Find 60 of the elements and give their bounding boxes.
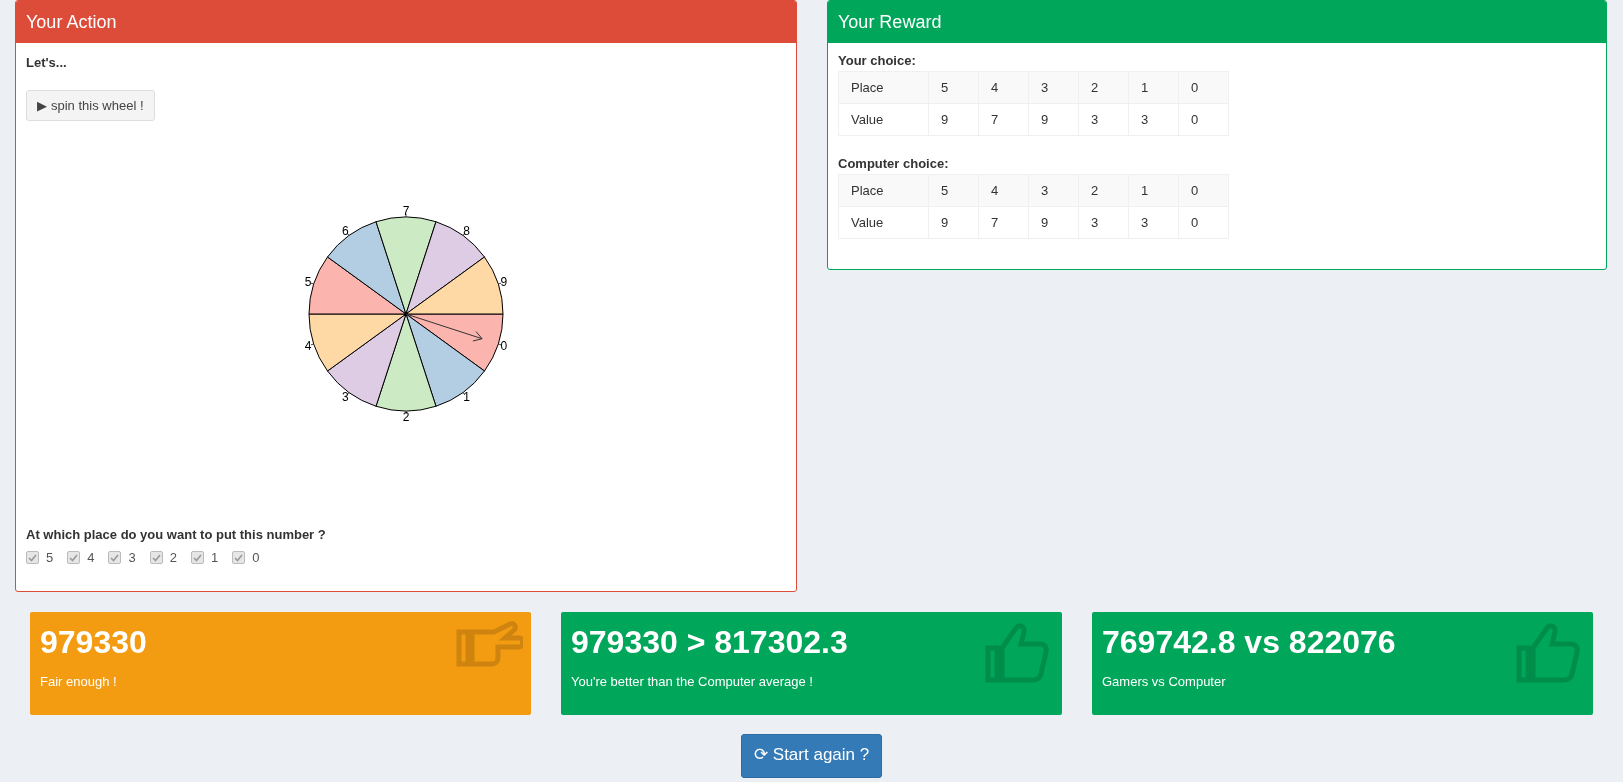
intro-text: Let's... bbox=[26, 55, 68, 70]
table-caption: Computer choice: bbox=[838, 156, 950, 171]
wheel-label: 9 bbox=[500, 274, 508, 289]
checkbox-label: 5 bbox=[46, 550, 54, 565]
wheel-label: 6 bbox=[342, 223, 349, 238]
table-cell: 1 bbox=[1128, 71, 1179, 104]
table-cell: 3 bbox=[1028, 174, 1079, 207]
table-cell: 9 bbox=[928, 103, 979, 136]
table-caption: Your choice: bbox=[838, 53, 917, 68]
wheel-label: 5 bbox=[304, 274, 312, 289]
wheel-label: 0 bbox=[500, 338, 508, 353]
play-icon: ▶ bbox=[37, 98, 47, 113]
table-cell: 0 bbox=[1178, 174, 1229, 207]
spin-wheel-button[interactable]: ▶ spin this wheel ! bbox=[26, 90, 155, 121]
table-cell: 5 bbox=[928, 174, 979, 207]
refresh-icon: ⟳ bbox=[753, 744, 768, 765]
start-again-button[interactable]: ⟳ Start again ? bbox=[740, 734, 883, 778]
panel-title: Your Action bbox=[26, 12, 117, 32]
checkbox-label: 0 bbox=[252, 550, 260, 565]
table-cell: 3 bbox=[1128, 103, 1179, 136]
table-cell: Value bbox=[838, 103, 929, 136]
table-cell: 1 bbox=[1128, 174, 1179, 207]
table-cell: Place bbox=[838, 174, 929, 207]
wheel-label: 2 bbox=[402, 409, 410, 424]
table-cell: 7 bbox=[978, 206, 1029, 239]
checkbox-label: 3 bbox=[128, 550, 136, 565]
wheel-label: 7 bbox=[402, 203, 410, 218]
table-cell: 0 bbox=[1178, 206, 1229, 239]
value-text: 769742.8 vs 822076 bbox=[1102, 623, 1397, 661]
wheel-label: 4 bbox=[304, 338, 312, 353]
table-cell: Value bbox=[838, 206, 929, 239]
table-cell: 2 bbox=[1078, 71, 1129, 104]
table-cell: 3 bbox=[1028, 71, 1079, 104]
wheel-label: 3 bbox=[342, 389, 349, 404]
checkbox-label: 2 bbox=[169, 550, 177, 565]
checkbox-label: 4 bbox=[87, 550, 95, 565]
checkbox-label: 1 bbox=[210, 550, 219, 565]
table-cell: 0 bbox=[1178, 103, 1229, 136]
value-subtitle: Fair enough ! bbox=[40, 674, 118, 689]
value-subtitle: Gamers vs Computer bbox=[1102, 674, 1227, 689]
table-cell: 2 bbox=[1078, 174, 1129, 207]
table-cell: 3 bbox=[1128, 206, 1179, 239]
table-cell: Place bbox=[838, 71, 929, 104]
table-cell: 9 bbox=[1028, 206, 1079, 239]
wheel-label: 8 bbox=[463, 223, 470, 238]
value-text: 979330 > 817302.3 bbox=[571, 623, 849, 661]
table-cell: 9 bbox=[928, 206, 979, 239]
table-cell: 3 bbox=[1078, 206, 1129, 239]
table-cell: 7 bbox=[978, 103, 1029, 136]
value-subtitle: You're better than the Computer average ! bbox=[571, 674, 814, 689]
table-cell: 4 bbox=[978, 174, 1029, 207]
panel-title: Your Reward bbox=[838, 12, 942, 32]
table-cell: 5 bbox=[928, 71, 979, 104]
wheel-label: 1 bbox=[463, 389, 470, 404]
question-text: At which place do you want to put this number ? bbox=[26, 527, 327, 542]
table-cell: 9 bbox=[1028, 103, 1079, 136]
value-text: 979330 bbox=[40, 623, 148, 661]
table-cell: 3 bbox=[1078, 103, 1129, 136]
table-cell: 0 bbox=[1178, 71, 1229, 104]
table-cell: 4 bbox=[978, 71, 1029, 104]
